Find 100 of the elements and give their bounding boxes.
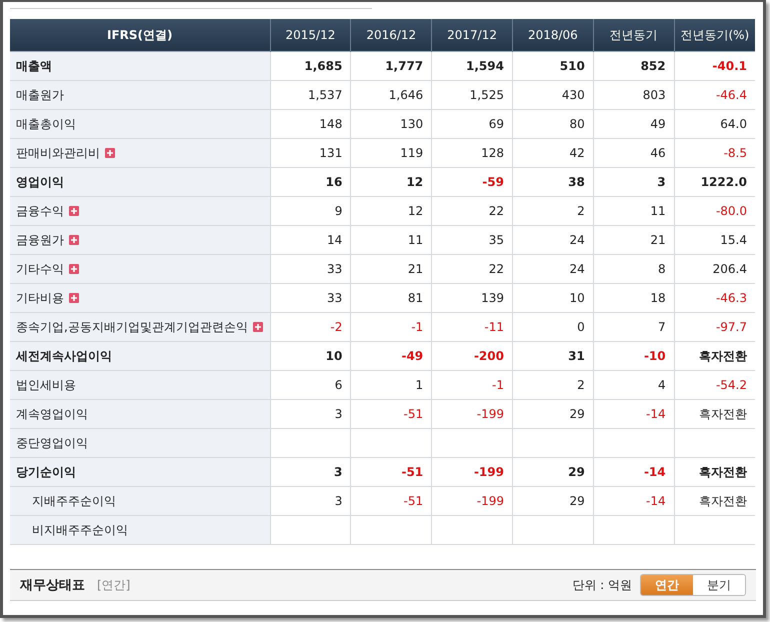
table-cell: 1 [416, 378, 424, 392]
table-cell: 12 [408, 204, 424, 218]
row-label: 비지배주주순이익 [32, 522, 128, 538]
table-cell: -40.1 [712, 59, 747, 73]
row-label: 기타수익 [16, 260, 64, 278]
table-cell: 29 [570, 407, 585, 421]
table-cell: 2 [577, 204, 585, 218]
table-cell: 2 [577, 378, 585, 392]
column-header: 2018/06 [528, 28, 578, 42]
row-label: 중단영업이익 [16, 434, 88, 452]
table-cell: 0 [577, 320, 585, 334]
row-label: 매출액 [16, 58, 52, 74]
table-cell: -199 [474, 465, 504, 479]
table-cell: -1 [492, 378, 504, 392]
table-cell: 4 [658, 378, 666, 392]
table-cell: 1,525 [470, 88, 504, 102]
column-header: IFRS(연결) [106, 28, 172, 42]
table-cell: 18 [650, 291, 666, 305]
table-cell: 11 [650, 204, 666, 218]
row-label: 기타비용 [16, 290, 64, 306]
table-cell: 148 [319, 117, 342, 131]
table-cell: 64.0 [720, 117, 747, 131]
table-cell: 3 [334, 407, 342, 421]
table-cell: 1,777 [385, 59, 424, 73]
row-label: 당기순이익 [16, 464, 76, 480]
table-cell: 80 [570, 117, 585, 131]
table-cell: 430 [562, 88, 585, 102]
table-cell: 130 [400, 117, 424, 131]
table-cell: 14 [327, 233, 342, 247]
row-label: 매출원가 [16, 86, 64, 104]
row-label: 법인세비용 [16, 376, 76, 394]
table-cell: 38 [568, 175, 585, 189]
table-cell: 128 [481, 146, 504, 160]
table-cell: 42 [570, 146, 585, 160]
table-cell: -2 [330, 320, 342, 334]
table-cell: -51 [404, 494, 424, 508]
column-header: 2015/12 [285, 28, 336, 42]
table-cell: -46.3 [716, 291, 747, 305]
table-cell: -46.4 [716, 88, 747, 102]
table-cell: -1 [411, 320, 424, 334]
expand-icon[interactable] [69, 264, 79, 274]
table-cell: 10 [570, 291, 585, 305]
row-label: 금융수익 [16, 202, 64, 220]
table-cell: 6 [334, 378, 342, 392]
table-cell: 1,646 [388, 88, 424, 102]
expand-icon[interactable] [69, 235, 79, 245]
table-cell: -8.5 [724, 146, 747, 160]
table-cell: -199 [476, 407, 504, 421]
table-cell: 24 [570, 233, 585, 247]
table-cell: -51 [404, 407, 424, 421]
table-cell: -97.7 [716, 320, 747, 334]
section-title: 재무상태표 [20, 577, 85, 594]
table-cell: 81 [408, 291, 424, 305]
table-cell: 8 [658, 262, 666, 276]
table-cell: 3 [334, 465, 342, 479]
table-cell: -14 [646, 407, 666, 421]
expand-icon[interactable] [69, 206, 79, 216]
row-label: 매출총이익 [16, 116, 76, 132]
table-cell: 21 [650, 233, 666, 247]
row-label: 금융원가 [16, 232, 64, 248]
table-cell: 7 [658, 320, 666, 334]
table-cell: -59 [482, 175, 504, 189]
table-cell: 21 [408, 262, 424, 276]
period-toggle[interactable]: 분기 [693, 575, 745, 595]
column-header: 전년동기(%) [680, 28, 750, 42]
table-cell: -54.2 [716, 378, 747, 392]
table-cell: 12 [406, 175, 424, 189]
row-label: 지배주주순이익 [32, 492, 116, 510]
expand-icon[interactable] [105, 148, 115, 158]
table-cell: 35 [488, 233, 504, 247]
table-cell: 24 [570, 262, 585, 276]
table-cell: 흑자전환 [699, 464, 747, 478]
table-cell: 29 [568, 465, 585, 479]
table-cell: -199 [476, 494, 504, 508]
table-cell: 3 [334, 494, 342, 508]
table-cell: 22 [488, 204, 504, 218]
table-cell: 1222.0 [700, 175, 747, 189]
table-cell: 852 [640, 59, 666, 73]
expand-icon[interactable] [252, 322, 263, 332]
table-cell: 흑자전환 [699, 494, 747, 508]
table-cell: 119 [400, 146, 424, 160]
table-cell: 11 [408, 233, 424, 247]
table-cell: 22 [488, 262, 504, 276]
table-cell: -11 [484, 320, 504, 334]
row-label: 계속영업이익 [16, 406, 88, 422]
table-cell: 206.4 [712, 262, 747, 276]
table-cell: -10 [644, 349, 666, 363]
table-cell: 803 [642, 88, 666, 102]
table-cell: 16 [326, 175, 342, 189]
column-header: 2016/12 [366, 28, 416, 42]
table-cell: -14 [644, 465, 666, 479]
table-cell: -200 [474, 349, 504, 363]
table-cell: 49 [650, 117, 666, 131]
period-label: [연간] [97, 576, 130, 594]
table-cell: 139 [481, 291, 504, 305]
table-cell: 31 [568, 349, 585, 363]
row-label: 영업이익 [16, 174, 64, 190]
table-cell: 510 [560, 59, 585, 73]
expand-icon[interactable] [69, 293, 79, 303]
table-cell: 9 [334, 204, 342, 218]
